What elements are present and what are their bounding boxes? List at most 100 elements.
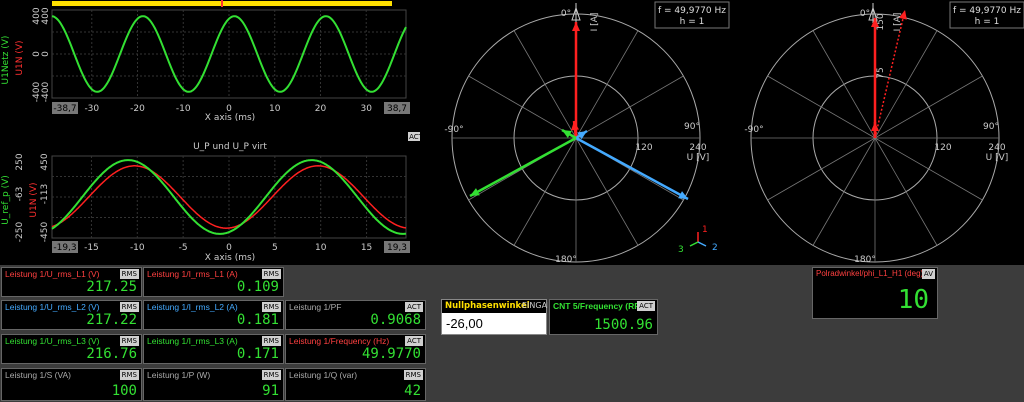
meter-value: 0.109 <box>236 279 279 295</box>
y-tick-label-2: -450 <box>40 222 50 243</box>
meter-pf[interactable]: Leistung 1/PF ACT 0.9068 <box>285 300 426 330</box>
x-tick-label: 10 <box>269 104 281 114</box>
y-tick-label: -250 <box>15 222 25 243</box>
meter-label: Leistung 1/PF <box>289 302 342 312</box>
voltage-axis-title: U [V] <box>687 153 710 163</box>
meter-s[interactable]: Leistung 1/S (VA) RMS 100 <box>1 368 142 401</box>
meter-label: Leistung 1/U_rms_L3 (V) <box>5 336 100 346</box>
x-tick-label: 30 <box>360 104 372 114</box>
harmonic-readout: h = 1 <box>680 17 705 27</box>
polar-spoke <box>575 30 639 139</box>
eingabe-label: EINGAB <box>522 301 548 310</box>
phasor-diagram-2: f = 49,9770 Hz h = 1 0° 90° -90° 180° I … <box>740 0 1024 265</box>
rms-badge: RMS <box>261 269 281 279</box>
meter-value: 100 <box>111 383 137 399</box>
meter-value: 0.9068 <box>370 312 421 328</box>
i-tick-75: 75 <box>876 67 886 78</box>
polar-spoke <box>874 137 983 201</box>
current-axis-label: I [A] <box>590 13 600 32</box>
u-tick-240: 240 <box>689 143 706 153</box>
polar-spoke <box>767 137 876 201</box>
meter-label: Leistung 1/Frequency (Hz) <box>289 336 390 346</box>
x-tick-label: -10 <box>130 243 145 253</box>
y-tick-label-2: -400 <box>41 82 51 103</box>
meter-label: Leistung 1/S (VA) <box>5 370 71 380</box>
nullphase-input[interactable]: -26,00 <box>446 316 483 331</box>
x-tick-label: -30 <box>84 104 99 114</box>
voltage-axis-title: U [V] <box>986 153 1009 163</box>
y-axis-label-2: U1N (V) <box>15 40 25 75</box>
meter-value: 0.171 <box>236 346 279 362</box>
x-tick-label: -10 <box>176 104 191 114</box>
polar-spoke <box>767 75 876 139</box>
time-slider[interactable] <box>0 0 420 8</box>
nullphase-label: Nullphasenwinkel <box>445 301 530 311</box>
meter-u-rms-l3[interactable]: Leistung 1/U_rms_L3 (V) RMS 216.76 <box>1 334 142 364</box>
meter-i-rms-l1[interactable]: Leistung 1/I_rms_L1 (A) RMS 0.109 <box>143 267 284 297</box>
nullphase-widget[interactable]: Nullphasenwinkel EINGAB -26,00 <box>441 299 548 335</box>
angle-label-minus-90: -90° <box>744 125 763 135</box>
meter-i-rms-l2[interactable]: Leistung 1/I_rms_L2 (A) RMS 0.181 <box>143 300 284 330</box>
time-slider-marker[interactable] <box>221 0 223 7</box>
phasor-diagram-1: f = 49,9770 Hz h = 1 0° 90° -90° 180° I … <box>440 0 730 265</box>
act-badge-text: ACT <box>409 133 420 141</box>
act-badge: ACT <box>637 301 655 311</box>
meter-i-rms-l3[interactable]: Leistung 1/I_rms_L3 (A) RMS 0.171 <box>143 334 284 364</box>
axis-legend-3: 3 <box>678 245 684 255</box>
meter-value: 216.76 <box>86 346 137 362</box>
polar-spoke <box>812 137 876 246</box>
act-badge: ACT <box>405 336 423 346</box>
x-tick-label: -20 <box>130 104 145 114</box>
y-axis-label-2: U1N (V) <box>29 182 39 217</box>
phasor-u3-vector <box>469 136 577 198</box>
meter-frequency[interactable]: Leistung 1/Frequency (Hz) ACT 49.9770 <box>285 334 426 364</box>
y-tick-label: 250 <box>15 153 25 170</box>
x-axis-title: X axis (ms) <box>205 253 255 263</box>
x-tick-label: 0 <box>226 243 232 253</box>
polar-spoke <box>874 30 938 139</box>
meter-label: Leistung 1/I_rms_L2 (A) <box>147 302 238 312</box>
rms-badge: RMS <box>261 302 281 312</box>
y-tick-label-2: 450 <box>40 153 50 170</box>
meter-value: 217.22 <box>86 312 137 328</box>
av-badge: AV <box>921 269 935 279</box>
x-tick-label: -5 <box>179 243 188 253</box>
rms-badge: RMS <box>261 336 281 346</box>
meter-q[interactable]: Leistung 1/Q (var) RMS 42 <box>285 368 426 401</box>
meter-label: Leistung 1/U_rms_L2 (V) <box>5 302 100 312</box>
polar-spoke <box>575 75 684 139</box>
angle-label-minus-90: -90° <box>444 125 463 135</box>
meter-label: CNT 5/Frequency (RPM) <box>553 301 650 311</box>
y-tick-label-2: 400 <box>41 8 51 25</box>
x-tick-label: 15 <box>361 243 372 253</box>
i-tick-150: 150 <box>876 13 886 30</box>
frequency-readout: f = 49,9770 Hz <box>658 6 726 16</box>
meter-p[interactable]: Leistung 1/P (W) RMS 91 <box>143 368 284 401</box>
meter-polradwinkel[interactable]: Polradwinkel/phi_L1_H1 (deg) AV 10 <box>812 267 938 319</box>
meter-label: Polradwinkel/phi_L1_H1 (deg) <box>816 269 924 278</box>
x-min-value: -38,7 <box>53 104 76 114</box>
act-badge: ACT <box>405 302 423 312</box>
angle-label-180: 180° <box>854 255 876 265</box>
polar-spoke <box>513 30 577 139</box>
meter-u-rms-l1[interactable]: Leistung 1/U_rms_L1 (V) RMS 217.25 <box>1 267 142 297</box>
frequency-readout: f = 49,9770 Hz <box>953 6 1021 16</box>
angle-label-180: 180° <box>555 255 577 265</box>
chart-title: U_P und U_P virt <box>193 142 267 152</box>
harmonic-readout: h = 1 <box>975 17 1000 27</box>
angle-label-90: 90° <box>684 122 700 132</box>
x-tick-label: -15 <box>84 243 99 253</box>
meter-label: Leistung 1/Q (var) <box>289 370 358 380</box>
rms-badge: RMS <box>119 336 139 346</box>
top-waveform-chart: U1Netz (V) U1N (V) -400 0 400 -400 0 400 -30-… <box>0 8 420 123</box>
angle-label-0: 0° <box>860 9 870 19</box>
x-tick-label: 10 <box>315 243 327 253</box>
axis-legend-2: 2 <box>712 243 718 253</box>
polar-spoke <box>874 137 938 246</box>
meter-value: 1500.96 <box>593 317 653 333</box>
meter-u-rms-l2[interactable]: Leistung 1/U_rms_L2 (V) RMS 217.22 <box>1 300 142 330</box>
meter-value: 10 <box>897 285 929 315</box>
rms-badge: RMS <box>119 302 139 312</box>
meter-cnt-frequency[interactable]: CNT 5/Frequency (RPM) ACT 1500.96 <box>549 299 658 335</box>
rms-badge: RMS <box>403 370 423 380</box>
